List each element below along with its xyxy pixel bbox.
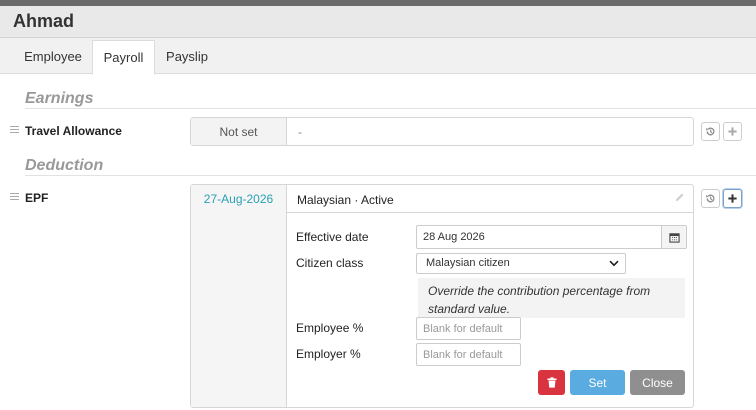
window-header: Ahmad (0, 6, 756, 38)
calendar-button[interactable] (661, 226, 686, 248)
deduction-summary: Malaysian · Active (297, 193, 394, 207)
deduction-add-button[interactable] (723, 189, 742, 208)
employee-pct-input[interactable] (416, 317, 521, 340)
deduction-history-button[interactable] (701, 189, 720, 208)
pencil-icon[interactable] (674, 192, 685, 203)
earning-status: Not set (191, 118, 287, 145)
deduction-date-column: 27-Aug-2026 (191, 185, 287, 407)
deduction-date-link[interactable]: 27-Aug-2026 (191, 192, 286, 206)
citizen-class-select[interactable]: Malaysian citizen (416, 253, 626, 274)
deduction-divider (25, 175, 756, 176)
citizen-class-value: Malaysian citizen (426, 257, 510, 269)
earning-item-card[interactable]: Not set - (190, 117, 694, 146)
employer-pct-input[interactable] (416, 343, 521, 366)
effective-date-label: Effective date (296, 230, 369, 244)
history-icon (706, 127, 715, 136)
earning-history-button[interactable] (701, 122, 720, 141)
chevron-down-icon (609, 260, 619, 267)
set-button[interactable]: Set (570, 370, 625, 395)
history-icon (706, 194, 715, 203)
plus-icon (728, 194, 737, 203)
plus-icon (728, 127, 737, 136)
tab-bar: Employee Payroll Payslip (0, 38, 756, 75)
deduction-item-label: EPF (25, 191, 49, 205)
tab-employee[interactable]: Employee (14, 40, 92, 75)
earning-add-button[interactable] (723, 122, 742, 141)
page-title: Ahmad (13, 11, 75, 31)
drag-handle-icon[interactable] (10, 126, 19, 135)
earnings-divider (25, 108, 756, 109)
employee-pct-label: Employee % (296, 321, 364, 335)
drag-handle-icon[interactable] (10, 193, 19, 202)
trash-icon (547, 377, 556, 388)
tab-payslip[interactable]: Payslip (155, 40, 219, 75)
citizen-class-label: Citizen class (296, 256, 364, 270)
earning-value: - (298, 125, 302, 139)
override-note: Override the contribution percentage fro… (418, 278, 685, 318)
deduction-summary-bar: Malaysian · Active (287, 185, 693, 213)
deduction-section-title: Deduction (25, 157, 104, 174)
calendar-icon (668, 232, 680, 243)
employer-pct-label: Employer % (296, 347, 361, 361)
effective-date-field[interactable]: 28 Aug 2026 (416, 225, 687, 249)
close-button[interactable]: Close (630, 370, 685, 395)
tab-payroll[interactable]: Payroll (92, 40, 155, 75)
delete-button[interactable] (538, 370, 565, 395)
earning-item-label: Travel Allowance (25, 124, 122, 138)
earnings-section-title: Earnings (25, 90, 94, 107)
effective-date-value: 28 Aug 2026 (423, 231, 485, 243)
